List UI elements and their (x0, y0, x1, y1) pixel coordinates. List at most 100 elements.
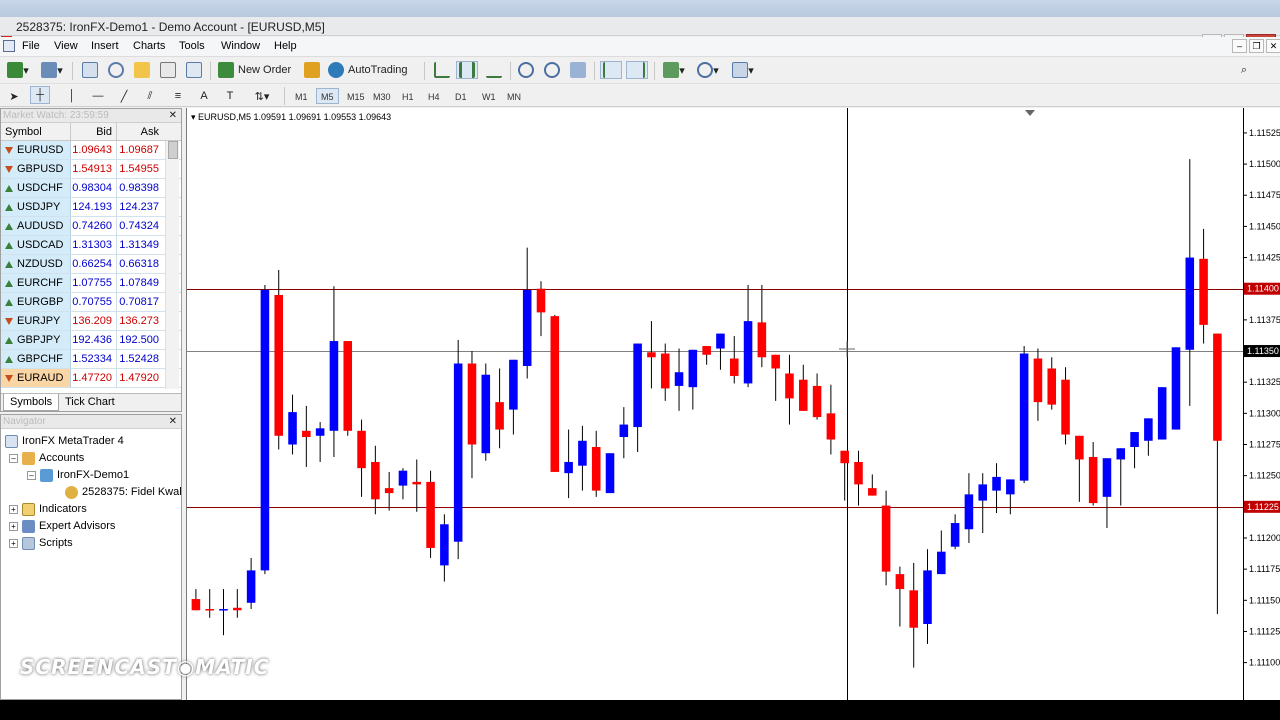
navigator-toggle[interactable] (132, 61, 152, 79)
chart-shift-button[interactable] (626, 61, 648, 79)
timeframe-m30[interactable]: M30 (368, 88, 396, 104)
data-window-toggle[interactable] (106, 61, 126, 79)
menu-help[interactable]: Help (274, 40, 297, 52)
market-watch-row[interactable]: NZDUSD 0.66254 0.66318 (1, 255, 181, 274)
timeframe-mn[interactable]: MN (502, 88, 526, 104)
chart-document-icon[interactable] (3, 40, 15, 52)
cursor-tool[interactable]: ➤ (6, 87, 22, 105)
templates-button[interactable]: ▾ (728, 61, 758, 79)
scrollbar-thumb[interactable] (168, 141, 178, 159)
market-watch-row[interactable]: EURJPY 136.209 136.273 (1, 312, 181, 331)
autotrading-button[interactable]: AutoTrading (328, 61, 418, 79)
symbol-column-header[interactable]: Symbol (1, 123, 71, 140)
market-watch-row[interactable]: USDCHF 0.98304 0.98398 (1, 179, 181, 198)
terminal-toggle[interactable] (158, 61, 178, 79)
metaeditor-button[interactable] (302, 61, 322, 79)
expand-icon[interactable]: + (9, 521, 18, 531)
close-market-watch-button[interactable]: ✕ (169, 109, 177, 123)
navigator-server[interactable]: – IronFX-Demo1 (27, 467, 129, 483)
strategy-tester-toggle[interactable] (184, 61, 204, 79)
menu-charts[interactable]: Charts (133, 40, 165, 52)
market-watch-scrollbar[interactable] (165, 141, 179, 389)
close-navigator-button[interactable]: ✕ (169, 415, 177, 429)
timeframe-h4[interactable]: H4 (423, 88, 445, 104)
navigator-root[interactable]: IronFX MetaTrader 4 (5, 433, 124, 449)
navigator-accounts[interactable]: – Accounts (9, 450, 84, 466)
bar-chart-button[interactable] (432, 61, 452, 79)
navigator-scripts[interactable]: + Scripts (9, 535, 73, 551)
timeframe-m15[interactable]: M15 (342, 88, 370, 104)
navigator-account[interactable]: 2528375: Fidel Kwal (65, 484, 182, 500)
market-watch-row[interactable]: EURCHF 1.07755 1.07849 (1, 274, 181, 293)
symbol-cell[interactable]: GBPUSD (1, 160, 71, 178)
symbol-cell[interactable]: AUDUSD (1, 217, 71, 235)
market-watch-row[interactable]: GBPJPY 192.436 192.500 (1, 331, 181, 350)
symbol-cell[interactable]: EURJPY (1, 312, 71, 330)
periods-button[interactable]: ▾ (694, 61, 722, 79)
timeframe-w1[interactable]: W1 (477, 88, 501, 104)
market-watch-toggle[interactable] (80, 61, 100, 79)
horizontal-line-tool[interactable]: — (90, 87, 106, 105)
symbol-cell[interactable]: NZDUSD (1, 255, 71, 273)
new-order-button[interactable]: New Order (218, 61, 298, 79)
bid-column-header[interactable]: Bid (71, 123, 117, 140)
menu-view[interactable]: View (54, 40, 78, 52)
profiles-button[interactable]: ▾ (38, 61, 66, 79)
collapse-icon[interactable]: – (9, 453, 18, 463)
collapse-icon[interactable]: – (27, 470, 36, 480)
menu-window[interactable]: Window (221, 40, 260, 52)
market-watch-row[interactable]: EURGBP 0.70755 0.70817 (1, 293, 181, 312)
menu-tools[interactable]: Tools (179, 40, 205, 52)
text-tool[interactable]: A (196, 87, 212, 105)
menu-file[interactable]: File (22, 40, 40, 52)
ask-column-header[interactable]: Ask (117, 123, 163, 140)
title-bar[interactable]: F 2528375: IronFX-Demo1 - Demo Account -… (0, 17, 1280, 50)
menu-insert[interactable]: Insert (91, 40, 119, 52)
price-chart[interactable]: 1.11525 1.11500 1.11475 1.11450 1.11425 1.114… (186, 108, 1280, 700)
new-chart-button[interactable]: ▾ (4, 61, 32, 79)
channel-tool[interactable]: ⫽ (142, 87, 158, 105)
symbol-cell[interactable]: EURUSD (1, 141, 71, 159)
tab-tick-chart[interactable]: Tick Chart (59, 394, 121, 411)
candlestick-chart[interactable]: 1.11525 1.11500 1.11475 1.11450 1.11425 1.114… (187, 108, 1280, 700)
timeframe-d1[interactable]: D1 (450, 88, 472, 104)
auto-scroll-button[interactable] (600, 61, 622, 79)
symbol-cell[interactable]: USDJPY (1, 198, 71, 216)
symbol-cell[interactable]: USDCHF (1, 179, 71, 197)
zoom-out-button[interactable] (542, 61, 562, 79)
mdi-minimize-button[interactable]: – (1232, 39, 1247, 53)
expand-icon[interactable]: + (9, 538, 18, 548)
arrows-tool[interactable]: ⇅▾ (248, 87, 276, 105)
expand-icon[interactable]: + (9, 504, 18, 514)
line-chart-button[interactable] (484, 61, 504, 79)
symbol-cell[interactable]: USDCAD (1, 236, 71, 254)
vertical-line-tool[interactable]: │ (64, 87, 80, 105)
timeframe-m1[interactable]: M1 (290, 88, 313, 104)
market-watch-row[interactable]: GBPCHF 1.52334 1.52428 (1, 350, 181, 369)
candlestick-chart-button[interactable] (456, 61, 478, 79)
market-watch-row[interactable]: GBPUSD 1.54913 1.54955 (1, 160, 181, 179)
timeframe-m5[interactable]: M5 (316, 88, 339, 104)
navigator-expert-advisors[interactable]: + Expert Advisors (9, 518, 115, 534)
zoom-in-button[interactable] (516, 61, 536, 79)
symbol-cell[interactable]: EURCHF (1, 274, 71, 292)
timeframe-h1[interactable]: H1 (397, 88, 419, 104)
mdi-restore-button[interactable]: ❐ (1249, 39, 1264, 53)
crosshair-tool[interactable]: ┼ (30, 86, 50, 104)
symbol-cell[interactable]: EURAUD (1, 369, 71, 387)
navigator-indicators[interactable]: + Indicators (9, 501, 87, 517)
market-watch-row[interactable]: AUDUSD 0.74260 0.74324 (1, 217, 181, 236)
trendline-tool[interactable]: ╱ (116, 87, 132, 105)
symbol-cell[interactable]: GBPCHF (1, 350, 71, 368)
text-label-tool[interactable]: T (222, 87, 238, 105)
tab-symbols[interactable]: Symbols (3, 394, 60, 411)
indicators-button[interactable]: ▾ (660, 61, 688, 79)
market-watch-row[interactable]: USDJPY 124.193 124.237 (1, 198, 181, 217)
mdi-close-button[interactable]: ✕ (1266, 39, 1280, 53)
fibonacci-tool[interactable]: ≡ (170, 87, 186, 105)
market-watch-row[interactable]: EURAUD 1.47720 1.47920 (1, 369, 181, 388)
market-watch-row[interactable]: USDCAD 1.31303 1.31349 (1, 236, 181, 255)
symbol-cell[interactable]: GBPJPY (1, 331, 71, 349)
tile-windows-button[interactable] (568, 61, 588, 79)
symbol-cell[interactable]: EURGBP (1, 293, 71, 311)
